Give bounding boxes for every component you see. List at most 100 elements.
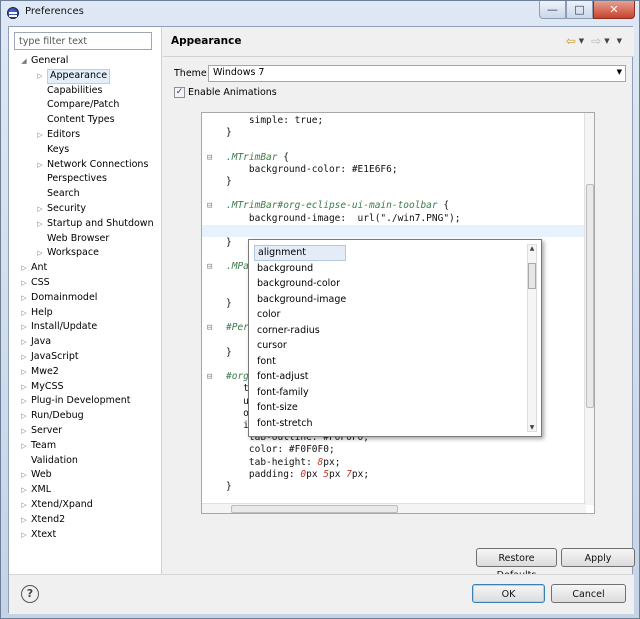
enable-animations-checkbox[interactable]: ✓ Enable Animations — [174, 87, 277, 98]
collapsed-twisty-icon[interactable]: ▷ — [19, 335, 29, 350]
collapsed-twisty-icon[interactable]: ▷ — [19, 350, 29, 365]
tree-item[interactable]: ▷ Server — [9, 424, 162, 439]
theme-select[interactable]: Windows 7 ▼ — [208, 65, 626, 82]
tree-item[interactable]: ▷ Mwe2 — [9, 365, 162, 380]
title-bar[interactable]: Preferences — □ ✕ — [1, 1, 639, 25]
expanded-twisty-icon[interactable]: ◢ — [19, 54, 29, 69]
tree-item[interactable]: Validation — [9, 454, 162, 469]
collapsed-twisty-icon[interactable]: ▷ — [35, 202, 45, 217]
tree-item[interactable]: Content Types — [9, 113, 162, 128]
fold-collapse-icon[interactable]: ⊟ — [207, 322, 216, 334]
tree-item[interactable]: ▷ Run/Debug — [9, 409, 162, 424]
autocomplete-item[interactable]: font-family — [254, 385, 526, 401]
tree-item[interactable]: ▷ Startup and Shutdown — [9, 217, 162, 232]
fold-collapse-icon[interactable]: ⊟ — [207, 200, 216, 212]
scroll-up-icon[interactable]: ▲ — [528, 245, 536, 252]
minimize-button[interactable]: — — [539, 1, 566, 19]
collapsed-twisty-icon[interactable]: ▷ — [19, 424, 29, 439]
tree-item[interactable]: ▷ XML — [9, 483, 162, 498]
collapsed-twisty-icon[interactable]: ▷ — [19, 409, 29, 424]
fold-collapse-icon[interactable]: ⊟ — [207, 261, 216, 273]
editor-vertical-scrollbar[interactable] — [584, 113, 594, 505]
collapsed-twisty-icon[interactable]: ▷ — [19, 394, 29, 409]
checkbox-box[interactable]: ✓ — [174, 87, 185, 98]
collapsed-twisty-icon[interactable]: ▷ — [19, 468, 29, 483]
tree-item[interactable]: Keys — [9, 143, 162, 158]
filter-input[interactable] — [14, 32, 152, 50]
collapsed-twisty-icon[interactable]: ▷ — [19, 276, 29, 291]
collapsed-twisty-icon[interactable]: ▷ — [19, 306, 29, 321]
tree-item[interactable]: ▷ Xtend/Xpand — [9, 498, 162, 513]
tree-item[interactable]: ▷ Appearance — [9, 68, 162, 84]
back-arrow-icon[interactable]: ⇦ — [566, 35, 576, 47]
collapsed-twisty-icon[interactable]: ▷ — [19, 380, 29, 395]
collapsed-twisty-icon[interactable]: ▷ — [35, 158, 45, 173]
autocomplete-item[interactable]: background-image — [254, 292, 526, 308]
tree-item[interactable]: ▷ Xtext — [9, 528, 162, 543]
collapsed-twisty-icon[interactable]: ▷ — [35, 246, 45, 261]
tree-item[interactable]: ▷ Java — [9, 335, 162, 350]
collapsed-twisty-icon[interactable]: ▷ — [19, 498, 29, 513]
autocomplete-item[interactable]: corner-radius — [254, 323, 526, 339]
collapsed-twisty-icon[interactable]: ▷ — [19, 528, 29, 543]
forward-history-dropdown-icon[interactable]: ▼ — [604, 37, 609, 45]
tree-item[interactable]: ▷ Network Connections — [9, 158, 162, 173]
tree-item[interactable]: ◢ General — [9, 54, 162, 69]
fold-collapse-icon[interactable]: ⊟ — [207, 371, 216, 383]
autocomplete-item[interactable]: font-size — [254, 400, 526, 416]
help-icon[interactable]: ? — [21, 585, 39, 603]
collapsed-twisty-icon[interactable]: ▷ — [19, 513, 29, 528]
autocomplete-item[interactable]: background-color — [254, 276, 526, 292]
autocomplete-item[interactable]: alignment — [254, 245, 346, 261]
tree-item[interactable]: Compare/Patch — [9, 98, 162, 113]
fold-collapse-icon[interactable]: ⊟ — [207, 152, 216, 164]
tree-item[interactable]: ▷ Security — [9, 202, 162, 217]
autocomplete-item[interactable]: font — [254, 354, 526, 370]
collapsed-twisty-icon[interactable]: ▷ — [19, 261, 29, 276]
collapsed-twisty-icon[interactable]: ▷ — [19, 483, 29, 498]
view-menu-icon[interactable]: ▼ — [617, 37, 622, 45]
ok-button[interactable]: OK — [472, 584, 545, 603]
collapsed-twisty-icon[interactable]: ▷ — [19, 320, 29, 335]
autocomplete-scrollbar[interactable]: ▲ ▼ — [527, 244, 537, 432]
tree-item[interactable]: ▷ Team — [9, 439, 162, 454]
autocomplete-item[interactable]: font-adjust — [254, 369, 526, 385]
maximize-button[interactable]: □ — [566, 1, 593, 19]
tree-item[interactable]: ▷ Editors — [9, 128, 162, 143]
tree-item[interactable]: ▷ Xtend2 — [9, 513, 162, 528]
tree-item[interactable]: ▷ Ant — [9, 261, 162, 276]
autocomplete-item[interactable]: background — [254, 261, 526, 277]
autocomplete-item[interactable]: font-stretch — [254, 416, 526, 432]
tree-item[interactable]: Search — [9, 187, 162, 202]
collapsed-twisty-icon[interactable]: ▷ — [35, 69, 45, 84]
tree-item[interactable]: Web Browser — [9, 232, 162, 247]
tree-item[interactable]: ▷ Help — [9, 306, 162, 321]
autocomplete-item[interactable]: cursor — [254, 338, 526, 354]
tree-item[interactable]: ▷ MyCSS — [9, 380, 162, 395]
restore-defaults-button[interactable]: Restore Defaults — [476, 548, 557, 581]
tree-item[interactable]: Capabilities — [9, 84, 162, 99]
editor-vertical-scroll-thumb[interactable] — [586, 184, 594, 408]
tree-item[interactable]: ▷ CSS — [9, 276, 162, 291]
autocomplete-scroll-thumb[interactable] — [528, 263, 536, 289]
autocomplete-item[interactable]: color — [254, 307, 526, 323]
tree-item[interactable]: ▷ Install/Update — [9, 320, 162, 335]
tree-item[interactable]: Perspectives — [9, 172, 162, 187]
collapsed-twisty-icon[interactable]: ▷ — [35, 217, 45, 232]
collapsed-twisty-icon[interactable]: ▷ — [19, 291, 29, 306]
collapsed-twisty-icon[interactable]: ▷ — [35, 128, 45, 143]
forward-arrow-icon[interactable]: ⇨ — [591, 35, 601, 47]
apply-button[interactable]: Apply — [561, 548, 635, 567]
editor-horizontal-scrollbar[interactable] — [202, 503, 586, 513]
tree-item[interactable]: ▷ Domainmodel — [9, 291, 162, 306]
scroll-down-icon[interactable]: ▼ — [528, 424, 536, 431]
tree-item[interactable]: ▷ Workspace — [9, 246, 162, 261]
tree-item[interactable]: ▷ Plug-in Development — [9, 394, 162, 409]
tree-item[interactable]: ▷ Web — [9, 468, 162, 483]
editor-horizontal-scroll-thumb[interactable] — [231, 505, 398, 513]
collapsed-twisty-icon[interactable]: ▷ — [19, 365, 29, 380]
back-history-dropdown-icon[interactable]: ▼ — [579, 37, 584, 45]
cancel-button[interactable]: Cancel — [551, 584, 626, 603]
collapsed-twisty-icon[interactable]: ▷ — [19, 439, 29, 454]
close-button[interactable]: ✕ — [593, 1, 635, 19]
